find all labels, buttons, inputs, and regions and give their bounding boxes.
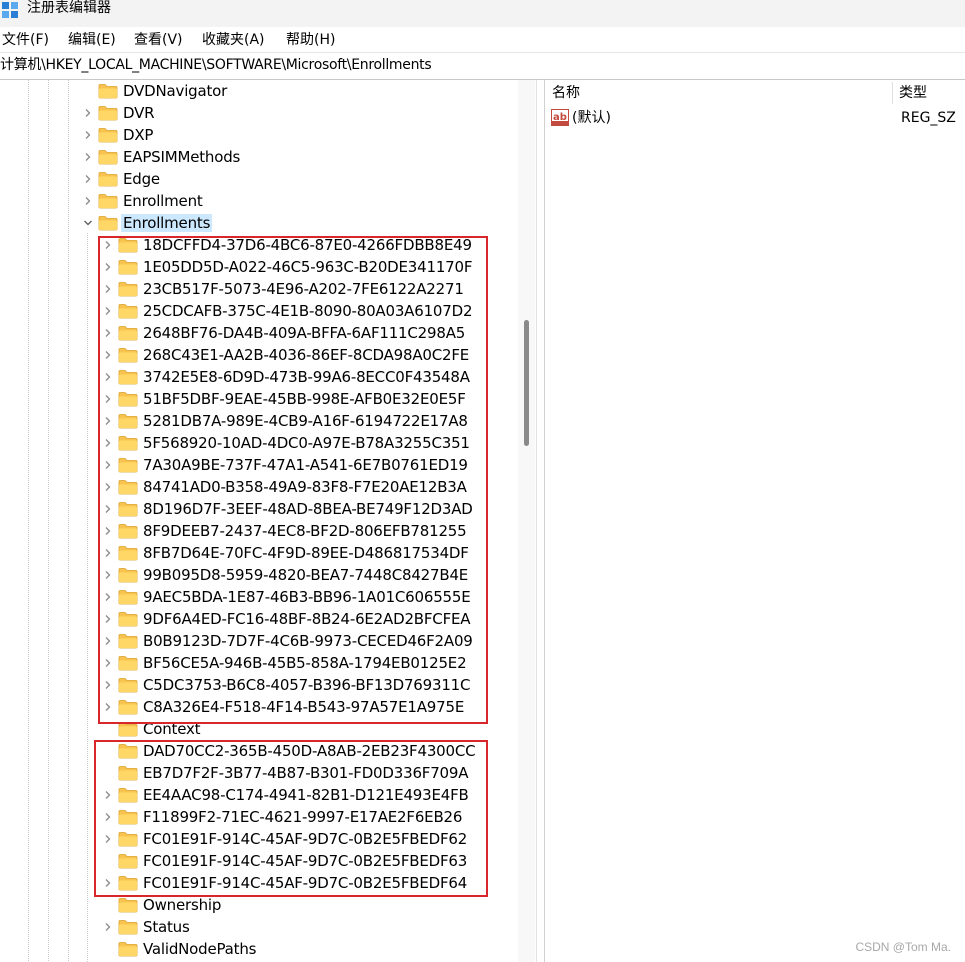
value-list-pane[interactable]: 名称 类型 ab (默认) REG_SZ CSDN @Tom Ma. <box>545 80 965 962</box>
folder-icon <box>118 897 138 913</box>
highlight-box-upper <box>98 236 488 724</box>
folder-icon <box>98 83 118 99</box>
window-title: 注册表编辑器 <box>27 0 111 16</box>
menu-edit[interactable]: 编辑(E) <box>68 31 116 49</box>
tree-item-dvr[interactable]: DVR <box>0 102 520 124</box>
folder-icon <box>98 215 118 231</box>
value-name[interactable]: (默认) <box>572 109 611 127</box>
tree-item-dxp[interactable]: DXP <box>0 124 520 146</box>
tree-item-dvdnavigator[interactable]: DVDNavigator <box>0 80 520 102</box>
tree-item-ownership[interactable]: Ownership <box>0 894 520 916</box>
tree-item-label[interactable]: Enrollment <box>123 192 203 210</box>
chevron-right-icon[interactable] <box>102 921 114 933</box>
chevron-down-icon[interactable] <box>82 217 94 229</box>
highlight-box-lower <box>94 740 488 897</box>
folder-icon <box>98 105 118 121</box>
folder-icon <box>98 149 118 165</box>
chevron-right-icon[interactable] <box>82 173 94 185</box>
tree-item-label[interactable]: Ownership <box>143 896 221 914</box>
tree-item-label[interactable]: DVDNavigator <box>123 82 227 100</box>
folder-icon <box>118 941 138 957</box>
folder-icon <box>98 127 118 143</box>
tree-item-enrollments[interactable]: Enrollments <box>0 212 520 234</box>
tree-item-label[interactable]: Status <box>143 918 190 936</box>
folder-icon <box>98 171 118 187</box>
address-bar[interactable]: 计算机\HKEY_LOCAL_MACHINE\SOFTWARE\Microsof… <box>0 52 965 80</box>
string-value-icon: ab <box>551 109 569 126</box>
tree-item-label[interactable]: DXP <box>123 126 153 144</box>
column-header-name[interactable]: 名称 <box>552 84 580 102</box>
menu-favorites[interactable]: 收藏夹(A) <box>202 31 265 49</box>
address-path[interactable]: 计算机\HKEY_LOCAL_MACHINE\SOFTWARE\Microsof… <box>0 57 432 74</box>
folder-icon <box>98 193 118 209</box>
tree-item-label[interactable]: EAPSIMMethods <box>123 148 240 166</box>
tree-scrollbar-thumb[interactable] <box>524 320 529 446</box>
svg-text:ab: ab <box>553 112 567 123</box>
key-tree-pane[interactable]: DVDNavigator DVR DXP EAPSIMMethods Edge Enrol… <box>0 80 536 962</box>
tree-item-label[interactable]: Enrollments <box>121 214 213 232</box>
chevron-right-icon[interactable] <box>82 107 94 119</box>
tree-scrollbar[interactable] <box>518 80 535 962</box>
tree-item-status[interactable]: Status <box>0 916 520 938</box>
menu-help[interactable]: 帮助(H) <box>286 31 335 49</box>
column-header-type[interactable]: 类型 <box>899 84 927 102</box>
menu-bar: 文件(F) 编辑(E) 查看(V) 收藏夹(A) 帮助(H) <box>0 27 965 52</box>
chevron-right-icon[interactable] <box>82 129 94 141</box>
value-type[interactable]: REG_SZ <box>901 109 956 127</box>
folder-icon <box>118 919 138 935</box>
chevron-right-icon[interactable] <box>82 151 94 163</box>
title-bar: 注册表编辑器 <box>0 0 965 27</box>
pane-splitter[interactable] <box>536 80 545 962</box>
column-divider[interactable] <box>892 82 893 104</box>
tree-item-label[interactable]: DVR <box>123 104 155 122</box>
watermark: CSDN @Tom Ma. <box>855 940 951 954</box>
tree-item-enrollment[interactable]: Enrollment <box>0 190 520 212</box>
chevron-right-icon[interactable] <box>82 195 94 207</box>
regedit-app-icon <box>2 2 18 18</box>
tree-item-validnodepaths[interactable]: ValidNodePaths <box>0 938 520 960</box>
menu-file[interactable]: 文件(F) <box>2 31 49 49</box>
tree-item-label[interactable]: ValidNodePaths <box>143 940 256 958</box>
tree-item-label[interactable]: Edge <box>123 170 160 188</box>
tree-item-eapsimmethods[interactable]: EAPSIMMethods <box>0 146 520 168</box>
menu-view[interactable]: 查看(V) <box>134 31 183 49</box>
tree-item-edge[interactable]: Edge <box>0 168 520 190</box>
